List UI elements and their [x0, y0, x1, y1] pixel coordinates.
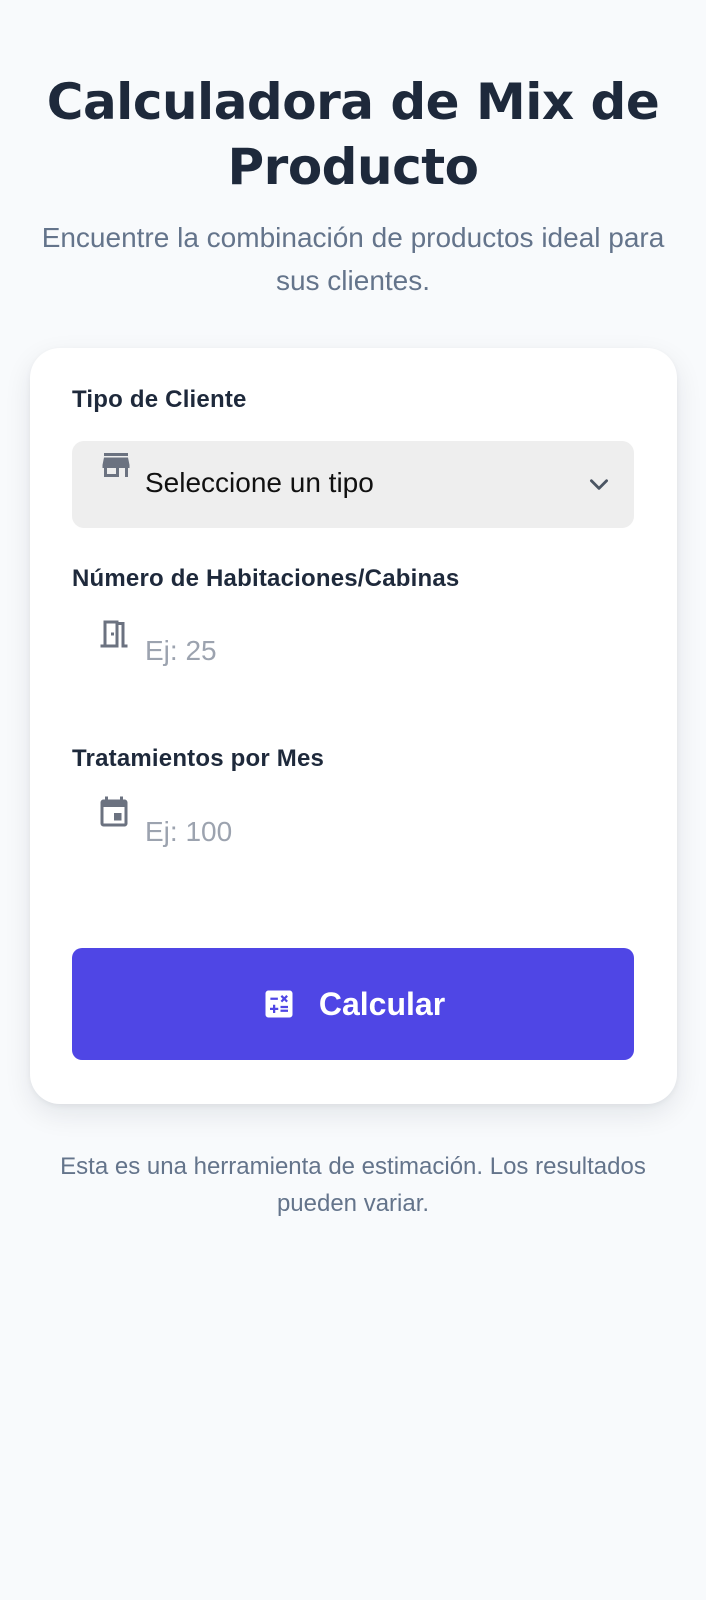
rooms-field[interactable] [72, 610, 634, 700]
calculator-card: Tipo de Cliente Seleccione un tipo Númer… [30, 348, 677, 1104]
treatments-label: Tratamientos por Mes [72, 745, 325, 772]
calculate-button[interactable]: Calcular [72, 948, 634, 1060]
client-type-label: Tipo de Cliente [72, 386, 247, 413]
rooms-label: Número de Habitaciones/Cabinas [72, 565, 460, 592]
client-type-selected-value: Seleccione un tipo [145, 467, 374, 498]
calculate-button-label: Calcular [318, 985, 446, 1022]
disclaimer-text: Esta es una herramienta de estimación. L… [60, 1153, 646, 1217]
treatments-input[interactable] [145, 809, 605, 855]
page-subtitle: Encuentre la combinación de productos id… [41, 222, 665, 296]
client-type-select[interactable]: Seleccione un tipo [72, 441, 634, 528]
door-icon [96, 614, 132, 654]
page: Calculadora de Mix de Producto Encuentre… [0, 0, 706, 1600]
store-icon [98, 445, 134, 485]
chevron-down-icon [586, 471, 612, 497]
calculator-icon [261, 986, 297, 1022]
rooms-input[interactable] [145, 628, 605, 674]
calendar-icon [96, 793, 132, 833]
page-title: Calculadora de Mix de Producto [46, 73, 660, 196]
treatments-field[interactable] [72, 791, 634, 881]
